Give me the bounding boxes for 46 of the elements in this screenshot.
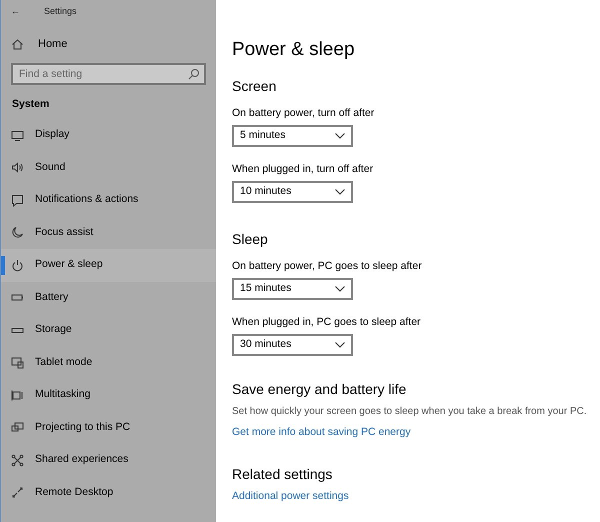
nav-item[interactable]: Projecting to this PC [1, 412, 216, 444]
dropdown[interactable]: 10 minutes [232, 181, 353, 203]
power-settings-link[interactable]: Additional power settings [232, 489, 349, 505]
section-heading: Related settings [232, 465, 334, 483]
nav-item[interactable]: Storage [1, 314, 216, 346]
home-icon [11, 38, 24, 51]
chevron-down-icon [335, 286, 345, 292]
nav-item[interactable]: Tablet mode [1, 346, 216, 379]
speech-bubble-icon [11, 194, 24, 207]
nav-item[interactable]: Focus assist [1, 216, 216, 249]
setting-label: When plugged in, turn off after [232, 163, 374, 176]
dropdown[interactable]: 5 minutes [232, 125, 353, 147]
nav-item[interactable]: Sound [1, 152, 216, 184]
dropdown[interactable]: 30 minutes [232, 334, 353, 356]
dropdown[interactable]: 15 minutes [232, 278, 353, 300]
info-link[interactable]: Get more info about saving PC energy [232, 425, 411, 441]
nav-item[interactable]: Power & sleep [1, 249, 216, 282]
home-nav-item[interactable]: Home [1, 24, 68, 54]
nav-item[interactable]: Shared experiences [1, 444, 216, 476]
nav-item[interactable]: Notifications & actions [1, 184, 216, 216]
section-heading: System [11, 97, 50, 112]
moon-icon [11, 226, 24, 240]
window-title: Settings [44, 5, 77, 18]
power-icon [11, 258, 24, 272]
description-text: Set how quickly your screen goes to sleep when you take a break from your PC. [232, 405, 588, 419]
setting-label: On battery power, PC goes to sleep after [232, 260, 423, 273]
search-icon [187, 68, 200, 80]
network-icon [11, 454, 24, 467]
section-heading: Sleep [232, 230, 269, 248]
section-heading: Screen [232, 77, 278, 95]
chevron-down-icon [335, 189, 345, 195]
chevron-down-icon [335, 342, 345, 348]
nav-item[interactable]: Multitasking [1, 379, 216, 412]
back-icon[interactable]: ← [11, 5, 20, 19]
nav-item[interactable]: Display [1, 119, 216, 152]
tablet-icon [11, 356, 24, 370]
setting-label: When plugged in, PC goes to sleep after [232, 316, 422, 329]
search-field[interactable]: Find a setting [11, 63, 206, 85]
setting-label: On battery power, turn off after [232, 107, 376, 120]
monitor-icon [11, 128, 24, 142]
nav-item[interactable]: Battery [1, 282, 216, 314]
page-title: Power & sleep [232, 38, 356, 62]
speaker-icon [11, 161, 24, 174]
chevron-down-icon [335, 133, 345, 139]
section-heading: Save energy and battery life [232, 380, 408, 398]
nav-item[interactable]: Remote Desktop [1, 476, 216, 509]
